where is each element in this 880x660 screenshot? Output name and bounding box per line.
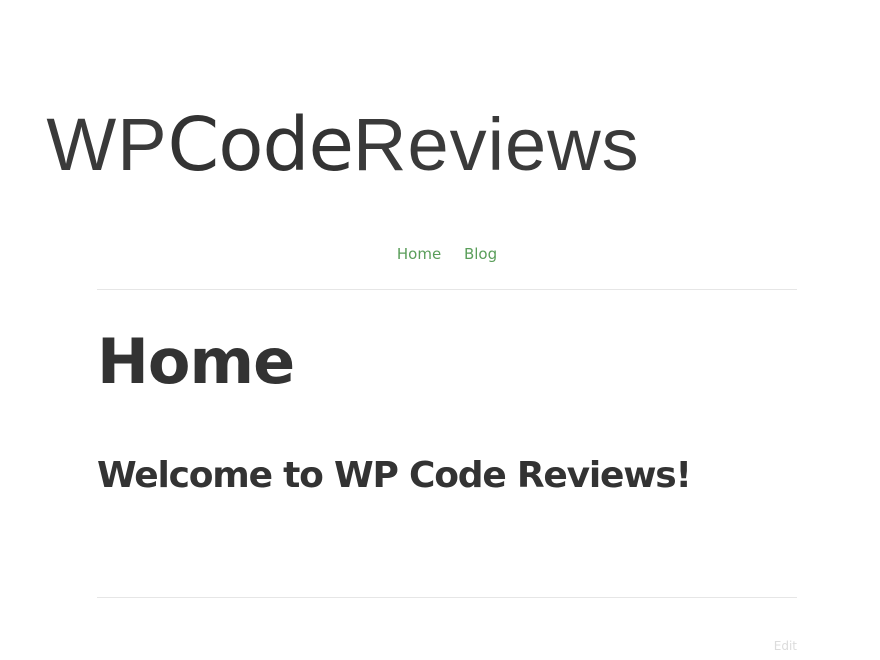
page-container: Home Blog Home Welcome to WP Code Review… bbox=[97, 0, 797, 660]
content-heading: Welcome to WP Code Reviews! bbox=[97, 455, 692, 496]
page-title: Home bbox=[97, 325, 295, 398]
footer-divider bbox=[97, 597, 797, 598]
main-navigation: Home Blog bbox=[97, 245, 797, 263]
nav-item-blog[interactable]: Blog bbox=[464, 245, 497, 263]
header-divider bbox=[97, 289, 797, 290]
edit-link[interactable]: Edit bbox=[774, 639, 797, 653]
nav-item-home[interactable]: Home bbox=[397, 245, 441, 263]
